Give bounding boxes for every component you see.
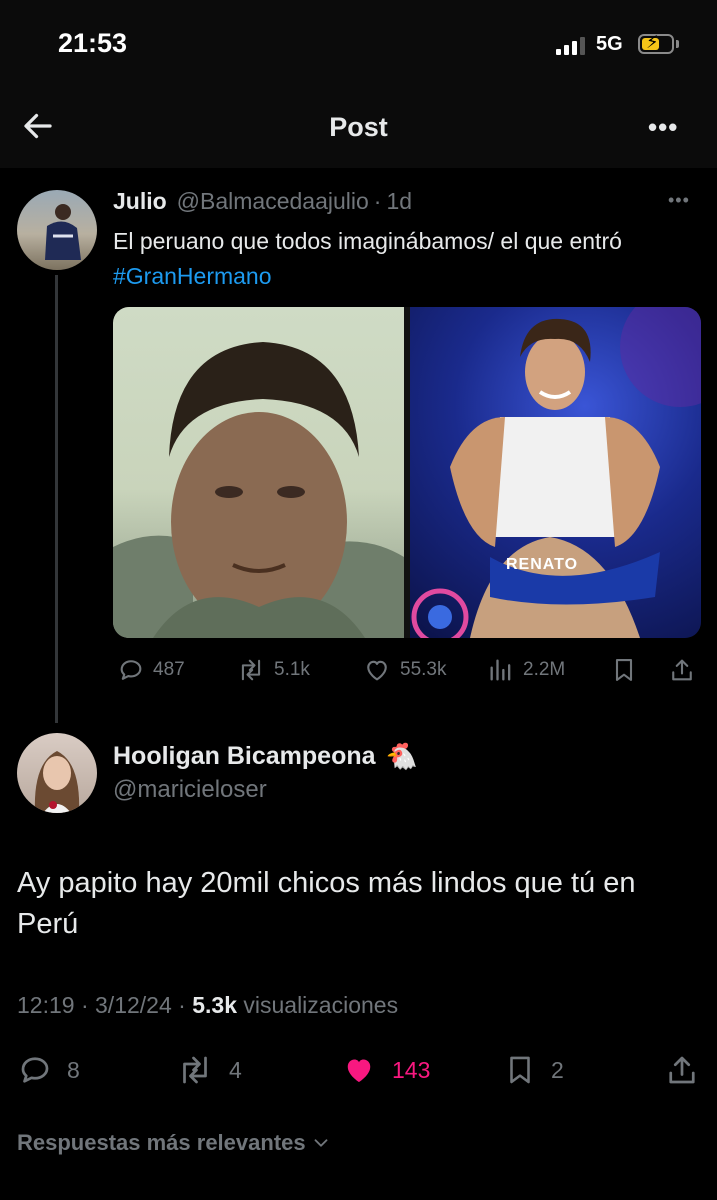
share-icon[interactable] xyxy=(668,656,696,689)
photo-right[interactable]: RENATO xyxy=(410,307,701,638)
main-author-name[interactable]: Hooligan Bicampeona xyxy=(113,742,376,771)
signal-icon xyxy=(556,37,588,55)
reply-count: 487 xyxy=(153,659,185,680)
bookmark-icon[interactable] xyxy=(610,656,638,689)
views-label: visualizaciones xyxy=(243,992,399,1018)
main-like-count: 143 xyxy=(392,1056,431,1083)
dot-separator: · xyxy=(373,188,382,214)
battery-tip xyxy=(676,40,679,48)
main-post-text: Ay papito hay 20mil chicos más lindos qu… xyxy=(17,867,636,940)
meta-sep-1: · xyxy=(80,992,89,1018)
main-bookmark-button[interactable]: 2 xyxy=(503,1052,564,1088)
maricielo-avatar[interactable] xyxy=(17,733,97,813)
main-reply-button[interactable]: 8 xyxy=(17,1052,80,1088)
reply-button[interactable]: 487 xyxy=(117,656,185,684)
quoted-post-header: Julio @Balmacedaajulio · 1d xyxy=(113,188,412,215)
views-count: 2.2M xyxy=(523,659,566,680)
main-share-icon[interactable] xyxy=(664,1052,700,1093)
photo-left[interactable] xyxy=(113,307,404,638)
chevron-down-icon xyxy=(314,1139,328,1147)
reply-icon xyxy=(120,660,142,680)
main-reply-count: 8 xyxy=(67,1056,80,1083)
replies-sort-dropdown[interactable]: Respuestas más relevantes xyxy=(17,1130,332,1156)
post-date: 3/12/24 xyxy=(95,992,172,1018)
rooster-emoji: 🐔 xyxy=(385,741,418,771)
hashtag-link[interactable]: #GranHermano xyxy=(113,263,272,289)
quoted-post-text: El peruano que todos imaginábamos/ el qu… xyxy=(113,224,693,294)
views-button[interactable]: 2.2M xyxy=(487,656,565,684)
post-media[interactable]: RENATO xyxy=(113,307,701,638)
renato-label: RENATO xyxy=(506,556,579,573)
julio-name[interactable]: Julio xyxy=(113,188,167,215)
page-title: Post xyxy=(329,112,388,142)
quoted-text-main: El peruano que todos imaginábamos/ el qu… xyxy=(113,228,622,254)
main-repost-button[interactable]: 4 xyxy=(175,1052,242,1088)
post-time: 12:19 xyxy=(17,992,75,1018)
meta-sep-2: · xyxy=(178,992,186,1018)
main-repost-count: 4 xyxy=(229,1056,242,1083)
heart-icon xyxy=(367,660,387,681)
julio-avatar[interactable] xyxy=(17,190,97,270)
more-options-icon[interactable]: ••• xyxy=(648,112,678,143)
analytics-icon xyxy=(490,659,511,681)
views-total[interactable]: 5.3k xyxy=(192,992,237,1018)
like-count: 55.3k xyxy=(400,659,447,680)
network-type: 5G xyxy=(596,33,623,55)
main-like-button[interactable]: 143 xyxy=(340,1052,430,1088)
thread-line xyxy=(55,275,58,723)
status-time: 21:53 xyxy=(58,28,128,58)
julio-handle[interactable]: @Balmacedaajulio xyxy=(177,188,369,215)
replies-sort-label: Respuestas más relevantes xyxy=(17,1130,306,1155)
like-button[interactable]: 55.3k xyxy=(362,656,446,684)
repost-icon xyxy=(241,659,261,681)
post-more-icon[interactable]: ••• xyxy=(668,190,690,211)
post-age: 1d xyxy=(386,188,413,214)
post-meta: 12:19 · 3/12/24 · 5.3k visualizaciones xyxy=(17,992,398,1019)
heart-filled-icon xyxy=(347,1059,371,1082)
reply-icon xyxy=(21,1057,49,1083)
main-author-row: Hooligan Bicampeona 🐔 xyxy=(113,741,418,772)
repost-button[interactable]: 5.1k xyxy=(236,656,310,684)
repost-count: 5.1k xyxy=(274,659,310,680)
repost-icon xyxy=(183,1056,207,1084)
bookmark-icon xyxy=(510,1056,530,1084)
battery-icon: ⚡ xyxy=(638,32,674,54)
main-bookmark-count: 2 xyxy=(551,1056,564,1083)
main-author-handle[interactable]: @maricieloser xyxy=(113,776,267,804)
